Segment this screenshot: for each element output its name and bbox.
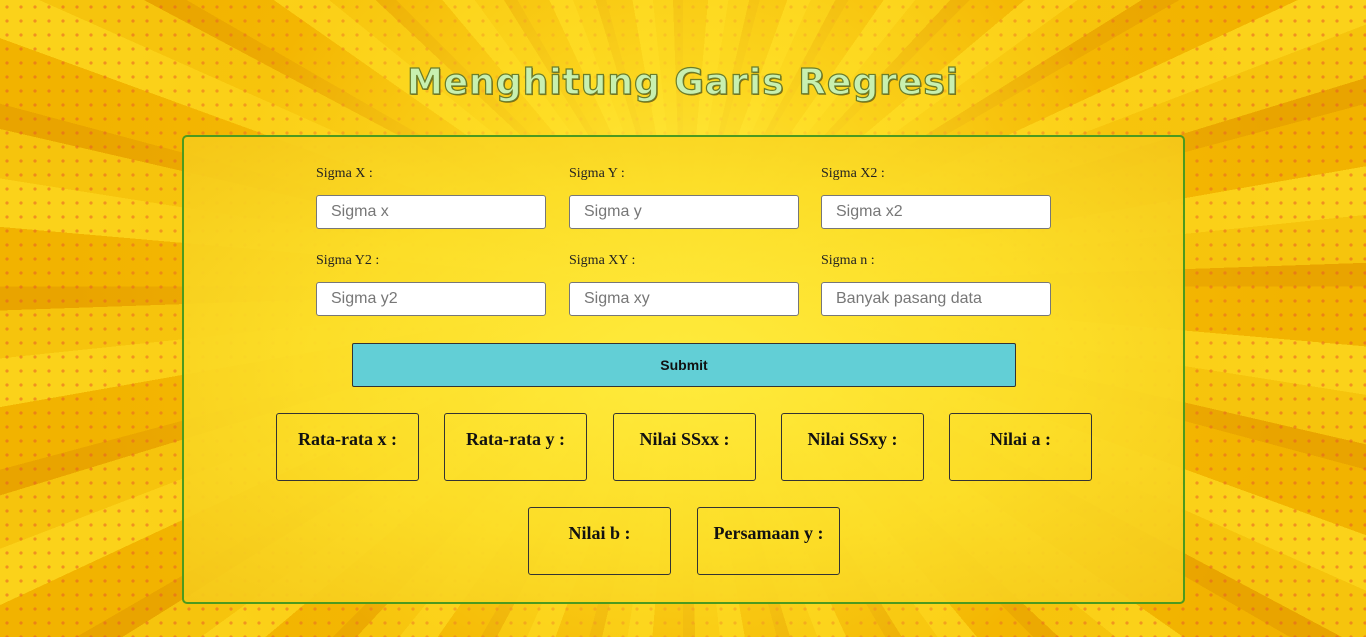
regression-form-panel: Sigma X : Sigma Y : Sigma X2 : Sigma Y2 … — [182, 135, 1185, 604]
submit-button[interactable]: Submit — [352, 343, 1016, 387]
page-title: Menghitung Garis Regresi — [406, 61, 960, 103]
sigma-x-label: Sigma X : — [316, 166, 373, 181]
result-ssxy: Nilai SSxy : — [781, 413, 924, 481]
sigma-y-input[interactable] — [569, 195, 799, 229]
sigma-xy-input[interactable] — [569, 282, 799, 316]
sigma-y2-input[interactable] — [316, 282, 546, 316]
result-ssxx: Nilai SSxx : — [613, 413, 756, 481]
sigma-x-input[interactable] — [316, 195, 546, 229]
sigma-x2-input[interactable] — [821, 195, 1051, 229]
sigma-xy-label: Sigma XY : — [569, 253, 636, 268]
sigma-n-label: Sigma n : — [821, 253, 875, 268]
result-equation: Persamaan y : — [697, 507, 840, 575]
result-mean-y: Rata-rata y : — [444, 413, 587, 481]
sigma-y2-label: Sigma Y2 : — [316, 253, 380, 268]
result-a: Nilai a : — [949, 413, 1092, 481]
sigma-n-input[interactable] — [821, 282, 1051, 316]
result-b: Nilai b : — [528, 507, 671, 575]
sigma-x2-label: Sigma X2 : — [821, 166, 885, 181]
sigma-y-label: Sigma Y : — [569, 166, 625, 181]
result-mean-x: Rata-rata x : — [276, 413, 419, 481]
